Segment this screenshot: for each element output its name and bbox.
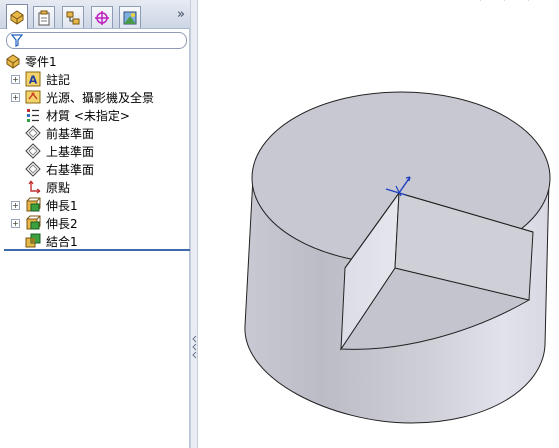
tree-item-material[interactable]: 材質 <未指定>: [0, 106, 190, 124]
display-manager-icon: [123, 11, 137, 24]
tree-root-label: 零件1: [25, 54, 57, 69]
feature-manager-panel: » 零件1 + A 註記 + 光源、攝影機及全景 材質 <未指定> 前基準面 上…: [0, 0, 190, 448]
expand-toggle[interactable]: +: [11, 201, 20, 210]
tree-item-label: 伸長2: [46, 216, 78, 231]
tree-filter-input[interactable]: [6, 32, 187, 49]
material-icon: [27, 109, 39, 122]
tree-item-label: 伸長1: [46, 198, 78, 213]
cylinder-model[interactable]: [198, 0, 559, 448]
feature-tree-icon: [10, 10, 24, 25]
tab-feature-manager[interactable]: [6, 4, 28, 29]
svg-text:A: A: [29, 74, 38, 87]
tree-item-right-plane[interactable]: 右基準面: [0, 160, 190, 178]
combine-icon: [25, 233, 41, 248]
tree-item-combine1[interactable]: 結合1: [0, 232, 190, 250]
tab-property-manager[interactable]: [33, 6, 55, 28]
panel-splitter[interactable]: [190, 0, 198, 448]
tree-item-label: 前基準面: [46, 126, 95, 141]
configuration-icon: [66, 11, 80, 24]
property-manager-icon: [38, 10, 50, 25]
origin-icon: [28, 180, 41, 194]
expand-toggle[interactable]: +: [11, 93, 20, 102]
tree-item-top-plane[interactable]: 上基準面: [0, 142, 190, 160]
tree-item-label: 光源、攝影機及全景: [46, 90, 155, 105]
tree-item-label: 上基準面: [46, 144, 95, 159]
expand-toggle[interactable]: +: [11, 219, 20, 228]
tree-item-front-plane[interactable]: 前基準面: [0, 124, 190, 142]
graphics-viewport[interactable]: [198, 0, 559, 448]
tree-item-label: 右基準面: [46, 162, 95, 177]
manager-tab-bar: »: [0, 0, 190, 29]
tree-item-origin[interactable]: 原點: [0, 178, 190, 196]
annotations-icon: A: [25, 71, 41, 87]
tab-dimxpert[interactable]: [91, 6, 113, 28]
dimxpert-icon: [95, 10, 109, 25]
tree-root-part[interactable]: 零件1: [0, 52, 190, 70]
tree-item-extrude1[interactable]: + 伸長1: [0, 196, 190, 214]
tree-item-label: 註記: [46, 72, 71, 87]
more-tabs-button[interactable]: »: [177, 7, 185, 22]
lights-cameras-icon: [25, 90, 41, 104]
tree-item-annotations[interactable]: + A 註記: [0, 70, 190, 88]
expand-toggle[interactable]: +: [11, 75, 20, 84]
tree-item-extrude2[interactable]: + 伸長2: [0, 214, 190, 232]
plane-icon: [25, 143, 41, 159]
rollback-bar[interactable]: [4, 249, 190, 251]
part-icon: [6, 54, 20, 69]
tree-item-label: 結合1: [46, 234, 78, 249]
tree-item-lights-cameras[interactable]: + 光源、攝影機及全景: [0, 88, 190, 106]
tab-configuration-manager[interactable]: [62, 6, 84, 28]
plane-icon: [25, 161, 41, 177]
tree-item-label: 原點: [46, 180, 71, 195]
solidworks-window: » 零件1 + A 註記 + 光源、攝影機及全景 材質 <未指定> 前基準面 上…: [0, 0, 559, 448]
extrude-icon: [26, 215, 41, 230]
feature-tree: 零件1 + A 註記 + 光源、攝影機及全景 材質 <未指定> 前基準面 上基準…: [0, 52, 190, 250]
tab-display-manager[interactable]: [119, 6, 141, 28]
tree-item-label: 材質 <未指定>: [46, 108, 130, 123]
view-toolbar: [480, 0, 529, 1]
filter-icon: [11, 34, 23, 47]
plane-icon: [25, 125, 41, 141]
extrude-icon: [26, 197, 41, 212]
